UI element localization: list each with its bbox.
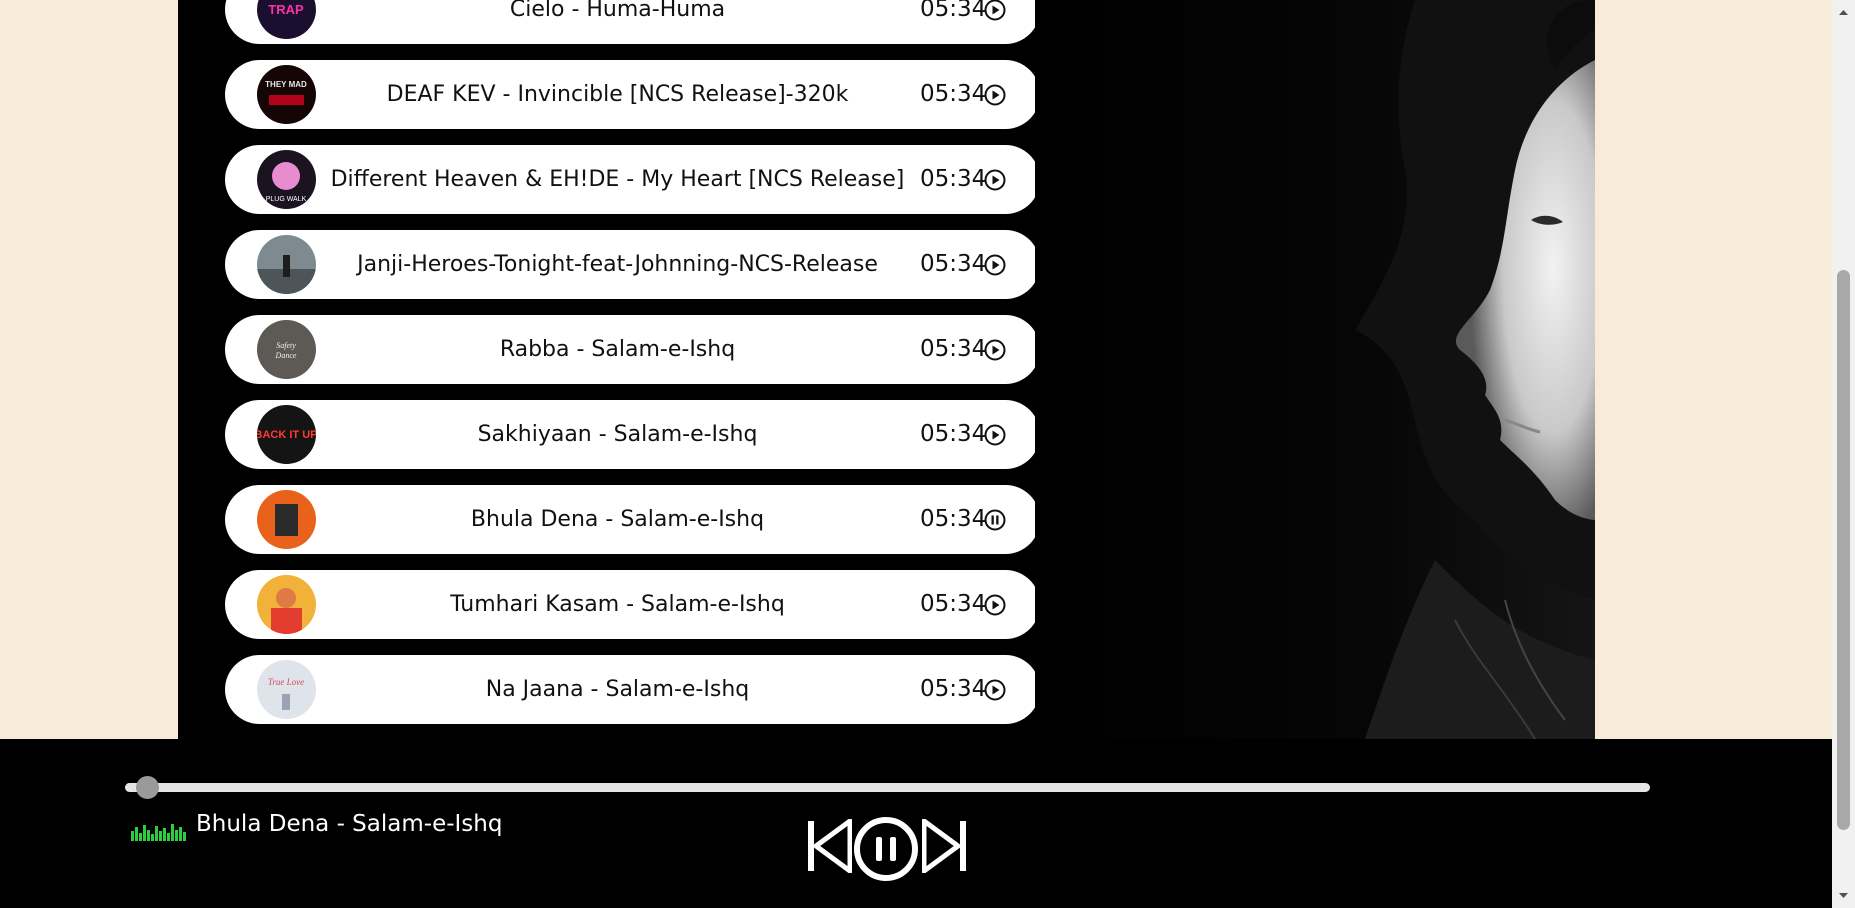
album-cover-icon: SafetyDance: [257, 320, 316, 379]
song-duration: 05:34: [920, 166, 987, 192]
song-item[interactable]: THEY MAD DEAF KEV - Invincible [NCS Relea…: [225, 60, 1040, 129]
album-cover-icon: [257, 575, 316, 634]
pause-icon[interactable]: [984, 509, 1006, 531]
equalizer-icon: [131, 824, 186, 841]
next-icon[interactable]: [922, 819, 968, 873]
scroll-down-icon[interactable]: [1832, 888, 1855, 904]
song-item[interactable]: TRAP Cielo - Huma-Huma 05:34: [225, 0, 1040, 44]
song-title: Rabba - Salam-e-Ishq: [499, 337, 736, 362]
song-title: Janji-Heroes-Tonight-feat-Johnning-NCS-R…: [357, 252, 878, 277]
song-item[interactable]: Bhula Dena - Salam-e-Ishq 05:34: [225, 485, 1040, 554]
page-scrollbar[interactable]: [1832, 0, 1855, 908]
previous-icon[interactable]: [806, 819, 852, 873]
album-cover-icon: [257, 490, 316, 549]
play-icon[interactable]: [984, 594, 1006, 616]
song-item[interactable]: PLUG WALK Different Heaven & EH!DE - My H…: [225, 145, 1040, 214]
svg-text:BACK IT UP: BACK IT UP: [257, 429, 316, 441]
svg-text:True Love: True Love: [268, 677, 304, 687]
bottom-player-bar: Bhula Dena - Salam-e-Ishq: [0, 739, 1832, 908]
song-item[interactable]: Safety Dance Rabba - Salam-e-Ishq 05:34: [225, 315, 1040, 384]
song-item[interactable]: Janji-Heroes-Tonight-feat-Johnning-NCS-R…: [225, 230, 1040, 299]
play-icon[interactable]: [984, 0, 1006, 21]
song-title: Cielo - Huma-Huma: [509, 0, 726, 22]
svg-text:Safety: Safety: [276, 341, 296, 350]
play-icon[interactable]: [984, 84, 1006, 106]
album-cover-icon: TRAP: [257, 0, 316, 39]
svg-text:TRAP: TRAP: [268, 2, 304, 17]
scroll-up-icon[interactable]: [1832, 4, 1855, 20]
now-playing-title: Bhula Dena - Salam-e-Ishq: [196, 811, 503, 837]
pause-icon[interactable]: [853, 816, 919, 882]
progress-thumb[interactable]: [136, 776, 159, 799]
album-cover-icon: PLUG WALK: [257, 150, 316, 209]
song-title: Bhula Dena - Salam-e-Ishq: [470, 507, 765, 532]
song-title: Different Heaven & EH!DE - My Heart [NCS…: [330, 167, 905, 192]
song-item[interactable]: BACK IT UP Sakhiyaan - Salam-e-Ishq 05:34: [225, 400, 1040, 469]
song-list: TRAP Cielo - Huma-Huma 05:34 THEY MAD DEAF K…: [225, 0, 1040, 739]
song-title: Tumhari Kasam - Salam-e-Ishq: [450, 592, 785, 617]
play-icon[interactable]: [984, 339, 1006, 361]
song-title: DEAF KEV - Invincible [NCS Release]-320k: [386, 82, 849, 107]
song-duration: 05:34: [920, 506, 987, 532]
scrollbar-thumb[interactable]: [1837, 270, 1850, 830]
album-cover-icon: [257, 235, 316, 294]
artist-portrait: [1035, 0, 1595, 739]
song-duration: 05:34: [920, 251, 987, 277]
song-duration: 05:34: [920, 421, 987, 447]
song-item[interactable]: Tumhari Kasam - Salam-e-Ishq 05:34: [225, 570, 1040, 639]
album-cover-icon: True Love: [257, 660, 316, 719]
song-duration: 05:34: [920, 0, 987, 22]
svg-text:Dance: Dance: [275, 351, 297, 360]
song-item[interactable]: True Love Na Jaana - Salam-e-Ishq 05:34: [225, 655, 1040, 724]
song-title: Sakhiyaan - Salam-e-Ishq: [477, 422, 758, 447]
album-cover-icon: BACK IT UP: [257, 405, 316, 464]
song-title: Na Jaana - Salam-e-Ishq: [485, 677, 750, 702]
player-container: TRAP Cielo - Huma-Huma 05:34 THEY MAD DEAF K…: [178, 0, 1595, 739]
svg-text:PLUG WALK: PLUG WALK: [266, 196, 307, 203]
song-duration: 05:34: [920, 336, 987, 362]
song-duration: 05:34: [920, 81, 987, 107]
play-icon[interactable]: [984, 169, 1006, 191]
play-icon[interactable]: [984, 254, 1006, 276]
progress-track[interactable]: [125, 783, 1650, 792]
play-icon[interactable]: [984, 679, 1006, 701]
song-duration: 05:34: [920, 676, 987, 702]
play-icon[interactable]: [984, 424, 1006, 446]
album-cover-icon: THEY MAD: [257, 65, 316, 124]
svg-text:THEY MAD: THEY MAD: [265, 80, 307, 89]
song-duration: 05:34: [920, 591, 987, 617]
